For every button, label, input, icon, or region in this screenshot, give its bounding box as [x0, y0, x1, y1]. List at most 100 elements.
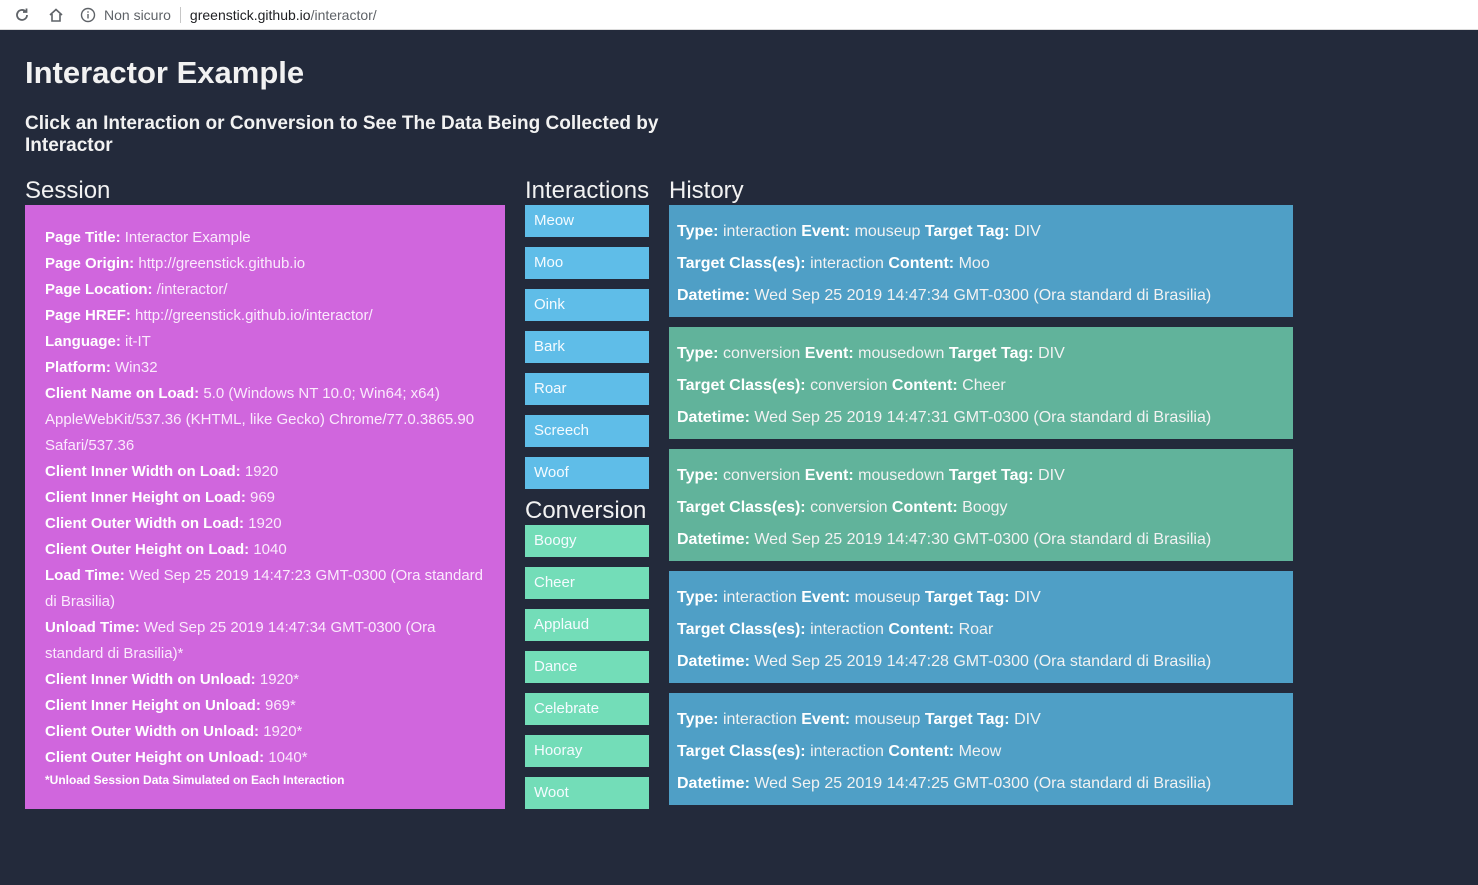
session-row-value: 1040*: [268, 749, 308, 766]
history-line-target: Target Class(es): interaction Content: M…: [677, 248, 1285, 280]
type-value: interaction: [722, 223, 797, 240]
target-tag-label: Target Tag:: [924, 589, 1010, 606]
history-entry: Type: interaction Event: mouseup Target …: [669, 693, 1293, 805]
session-row-label: Client Inner Height on Load:: [45, 489, 246, 506]
content-label: Content:: [891, 377, 958, 394]
history-line-type: Type: interaction Event: mouseup Target …: [677, 582, 1285, 614]
session-row-label: Page Origin:: [45, 255, 135, 272]
info-icon[interactable]: [80, 7, 96, 23]
reload-icon[interactable]: [10, 3, 34, 27]
address-divider: [179, 6, 181, 23]
interaction-button-woof[interactable]: Woof: [525, 457, 649, 489]
session-row: Client Inner Height on Unload: 969*: [45, 693, 485, 719]
type-label: Type:: [677, 711, 719, 728]
session-row: Load Time: Wed Sep 25 2019 14:47:23 GMT-…: [45, 563, 485, 615]
interaction-button-moo[interactable]: Moo: [525, 247, 649, 279]
type-label: Type:: [677, 223, 719, 240]
interaction-button-oink[interactable]: Oink: [525, 289, 649, 321]
content-label: Content:: [888, 743, 955, 760]
home-icon[interactable]: [44, 3, 68, 27]
browser-toolbar: Non sicuro greenstick.github.io/interact…: [0, 0, 1478, 30]
interaction-button-roar[interactable]: Roar: [525, 373, 649, 405]
history-entry: Type: interaction Event: mouseup Target …: [669, 571, 1293, 683]
session-row-label: Client Inner Width on Unload:: [45, 671, 256, 688]
session-row: Client Inner Width on Unload: 1920*: [45, 667, 485, 693]
conversion-button-celebrate[interactable]: Celebrate: [525, 693, 649, 725]
conversion-button-hooray[interactable]: Hooray: [525, 735, 649, 767]
target-class-value: interaction: [810, 743, 884, 760]
page-subtitle: Click an Interaction or Conversion to Se…: [25, 113, 659, 156]
datetime-label: Datetime:: [677, 287, 750, 304]
type-value: conversion: [722, 345, 801, 362]
session-heading: Session: [25, 177, 111, 204]
interaction-button-screech[interactable]: Screech: [525, 415, 649, 447]
event-label: Event:: [804, 345, 854, 362]
session-row-label: Client Name on Load:: [45, 385, 200, 402]
type-label: Type:: [677, 467, 719, 484]
conversion-button-dance[interactable]: Dance: [525, 651, 649, 683]
type-value: interaction: [722, 589, 797, 606]
content-value: Meow: [958, 743, 1002, 760]
page-title: Interactor Example: [25, 55, 305, 90]
history-entry: Type: conversion Event: mousedown Target…: [669, 327, 1293, 439]
conversion-button-boogy[interactable]: Boogy: [525, 525, 649, 557]
session-row-value: /interactor/: [156, 281, 228, 298]
session-row: Client Outer Width on Load: 1920: [45, 511, 485, 537]
session-row-label: Client Outer Width on Unload:: [45, 723, 260, 740]
content-value: Roar: [958, 621, 994, 638]
event-value: mouseup: [854, 589, 921, 606]
event-value: mouseup: [854, 711, 921, 728]
conversion-heading: Conversion: [525, 497, 647, 524]
address-bar[interactable]: Non sicuro greenstick.github.io/interact…: [80, 3, 377, 27]
conversion-button-applaud[interactable]: Applaud: [525, 609, 649, 641]
session-row: Language: it-IT: [45, 329, 485, 355]
session-row-label: Client Outer Width on Load:: [45, 515, 245, 532]
target-tag-value: DIV: [1014, 711, 1041, 728]
session-row-label: Page Location:: [45, 281, 153, 298]
type-label: Type:: [677, 589, 719, 606]
conversion-button-cheer[interactable]: Cheer: [525, 567, 649, 599]
session-row: Platform: Win32: [45, 355, 485, 381]
session-row-label: Page HREF:: [45, 307, 131, 324]
event-value: mousedown: [858, 467, 945, 484]
url-host[interactable]: greenstick.github.io: [190, 7, 311, 23]
target-tag-value: DIV: [1038, 467, 1065, 484]
type-value: interaction: [722, 711, 797, 728]
session-row-value: it-IT: [125, 333, 151, 350]
history-line-type: Type: interaction Event: mouseup Target …: [677, 704, 1285, 736]
content-value: Moo: [958, 255, 990, 272]
datetime-label: Datetime:: [677, 775, 750, 792]
datetime-value: Wed Sep 25 2019 14:47:25 GMT-0300 (Ora s…: [754, 775, 1212, 792]
type-label: Type:: [677, 345, 719, 362]
datetime-label: Datetime:: [677, 409, 750, 426]
session-row: Page HREF: http://greenstick.github.io/i…: [45, 303, 485, 329]
target-class-label: Target Class(es):: [677, 499, 806, 516]
history-entry: Type: interaction Event: mouseup Target …: [669, 205, 1293, 317]
session-row-label: Client Inner Width on Load:: [45, 463, 241, 480]
security-label[interactable]: Non sicuro: [104, 7, 171, 23]
interactions-heading: Interactions: [525, 177, 650, 204]
target-tag-label: Target Tag:: [924, 711, 1010, 728]
url-path[interactable]: /interactor/: [311, 7, 377, 23]
conversion-button-woot[interactable]: Woot: [525, 777, 649, 809]
session-row: Client Outer Height on Load: 1040: [45, 537, 485, 563]
datetime-label: Datetime:: [677, 531, 750, 548]
session-row-label: Platform:: [45, 359, 111, 376]
target-tag-label: Target Tag:: [948, 345, 1034, 362]
content-value: Cheer: [962, 377, 1006, 394]
target-class-label: Target Class(es):: [677, 377, 806, 394]
interaction-button-bark[interactable]: Bark: [525, 331, 649, 363]
session-row-value: Win32: [115, 359, 158, 376]
target-class-value: conversion: [810, 499, 888, 516]
session-row-value: 969: [250, 489, 276, 506]
history-line-datetime: Datetime: Wed Sep 25 2019 14:47:34 GMT-0…: [677, 280, 1285, 312]
session-note: *Unload Session Data Simulated on Each I…: [45, 773, 345, 787]
event-label: Event:: [801, 223, 851, 240]
session-row-value: 1920: [248, 515, 282, 532]
content-label: Content:: [888, 621, 955, 638]
history-line-target: Target Class(es): conversion Content: Ch…: [677, 370, 1285, 402]
target-class-label: Target Class(es):: [677, 743, 806, 760]
interaction-button-meow[interactable]: Meow: [525, 205, 649, 237]
history-line-datetime: Datetime: Wed Sep 25 2019 14:47:31 GMT-0…: [677, 402, 1285, 434]
event-label: Event:: [801, 711, 851, 728]
